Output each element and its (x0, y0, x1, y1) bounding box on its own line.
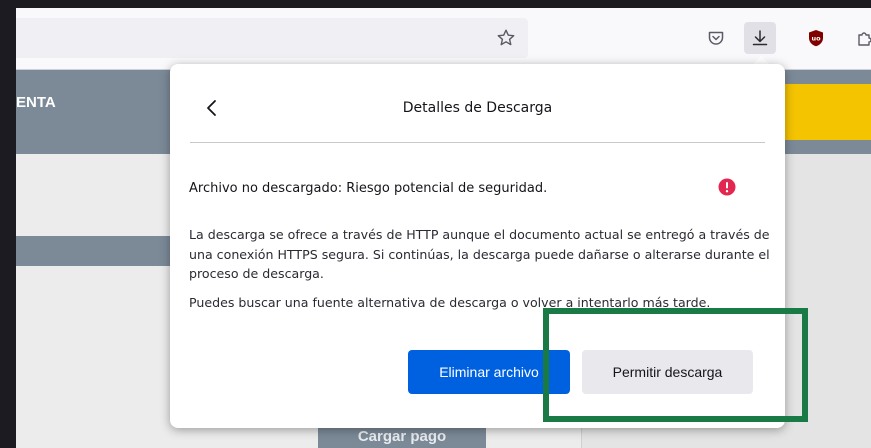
url-bar[interactable] (16, 18, 528, 58)
page-yellow-block (776, 84, 871, 140)
svg-text:uo: uo (811, 35, 821, 43)
ublock-icon[interactable]: uo (800, 22, 832, 54)
warning-icon (718, 178, 736, 200)
panel-divider (190, 142, 765, 143)
screen: uo ENTA Cargar pago Detalles de Descarga… (0, 0, 871, 448)
browser-toolbar: uo (16, 8, 871, 70)
highlight-box (543, 308, 808, 422)
download-icon[interactable] (744, 22, 776, 54)
window-edge (0, 0, 16, 448)
warning-headline: Archivo no descargado: Riesgo potencial … (189, 181, 548, 196)
warning-description: La descarga se ofrece a través de HTTP a… (189, 227, 770, 281)
extensions-icon[interactable] (849, 22, 871, 54)
star-icon[interactable] (490, 22, 522, 54)
panel-title: Detalles de Descarga (402, 100, 553, 116)
page-header-text: ENTA (16, 94, 56, 111)
pocket-icon[interactable] (700, 22, 732, 54)
